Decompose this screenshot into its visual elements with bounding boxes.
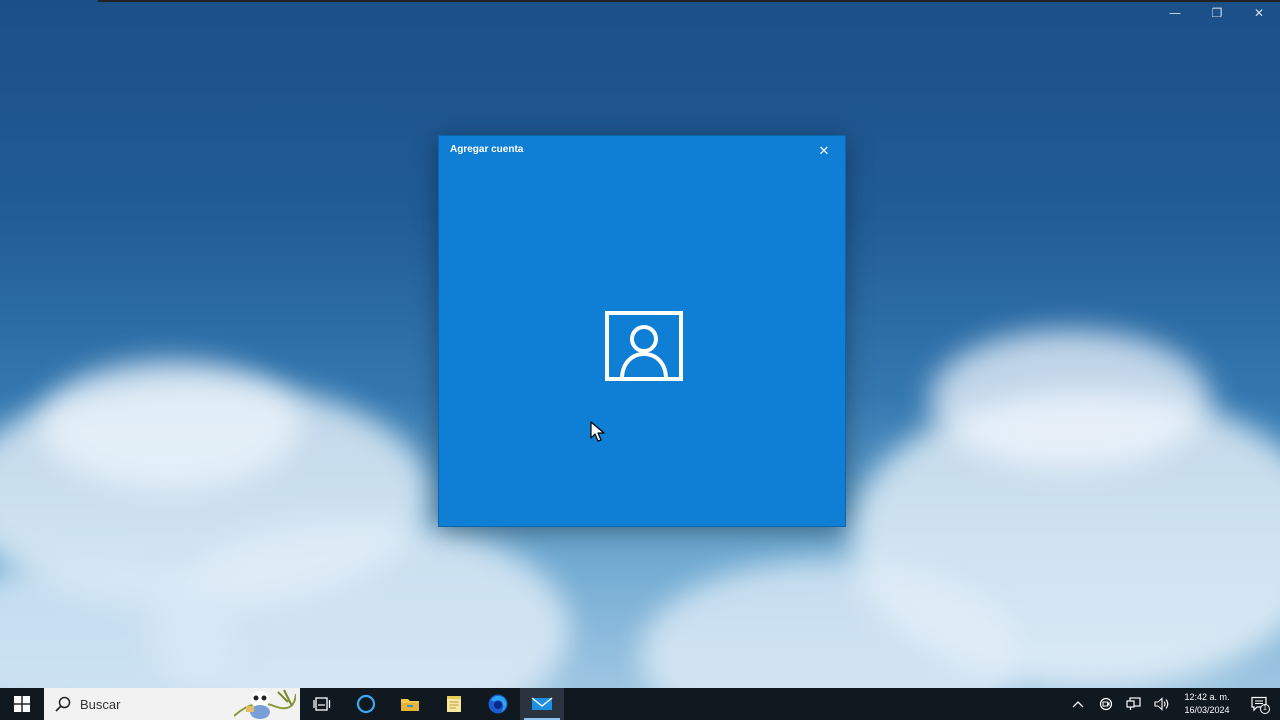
clock[interactable]: 12:42 a. m. 16/03/2024: [1176, 691, 1238, 717]
show-hidden-icons-button[interactable]: [1064, 688, 1092, 720]
cortana-button[interactable]: [344, 688, 388, 720]
search-icon: [55, 696, 71, 712]
chevron-up-icon: [1072, 701, 1084, 708]
search-box[interactable]: Buscar: [44, 688, 300, 720]
notes-icon: [447, 696, 461, 712]
system-tray: 12:42 a. m. 16/03/2024 1: [1064, 688, 1280, 720]
close-window-button[interactable]: ✕: [1238, 0, 1280, 26]
person-icon: [605, 311, 683, 381]
speaker-icon: [1154, 697, 1169, 711]
taskbar: Buscar 12:42 a. m. 16/03/2024 1: [0, 688, 1280, 720]
window-controls: — ❐ ✕: [1154, 0, 1280, 26]
restore-button[interactable]: ❐: [1196, 0, 1238, 26]
mail-icon: [531, 697, 553, 710]
meet-now-button[interactable]: [1092, 688, 1120, 720]
task-view-button[interactable]: [300, 688, 344, 720]
search-highlight-illustration: [234, 689, 296, 719]
network-icon: [1126, 697, 1141, 710]
firefox-icon: [488, 694, 508, 714]
cortana-icon: [356, 694, 376, 714]
notifications-button[interactable]: 1: [1238, 688, 1280, 720]
meet-now-icon: [1099, 697, 1113, 711]
dialog-title: Agregar cuenta: [450, 144, 524, 155]
search-placeholder: Buscar: [80, 696, 121, 712]
clock-date: 16/03/2024: [1184, 705, 1230, 715]
notes-button[interactable]: [432, 688, 476, 720]
mouse-cursor-icon: [590, 421, 605, 442]
task-view-icon: [313, 697, 331, 711]
add-account-dialog: Agregar cuenta ✕: [438, 135, 846, 527]
windows-logo-icon: [14, 696, 30, 712]
file-explorer-icon: [401, 699, 419, 711]
network-button[interactable]: [1120, 688, 1148, 720]
mail-button[interactable]: [520, 688, 564, 720]
notification-count-badge: 1: [1260, 704, 1270, 714]
top-edge-strip: [98, 0, 1280, 2]
file-explorer-button[interactable]: [388, 688, 432, 720]
dialog-close-button[interactable]: ✕: [815, 142, 833, 160]
firefox-button[interactable]: [476, 688, 520, 720]
minimize-button[interactable]: —: [1154, 0, 1196, 26]
start-button[interactable]: [0, 688, 44, 720]
volume-button[interactable]: [1148, 688, 1176, 720]
clock-time: 12:42 a. m.: [1184, 692, 1230, 702]
